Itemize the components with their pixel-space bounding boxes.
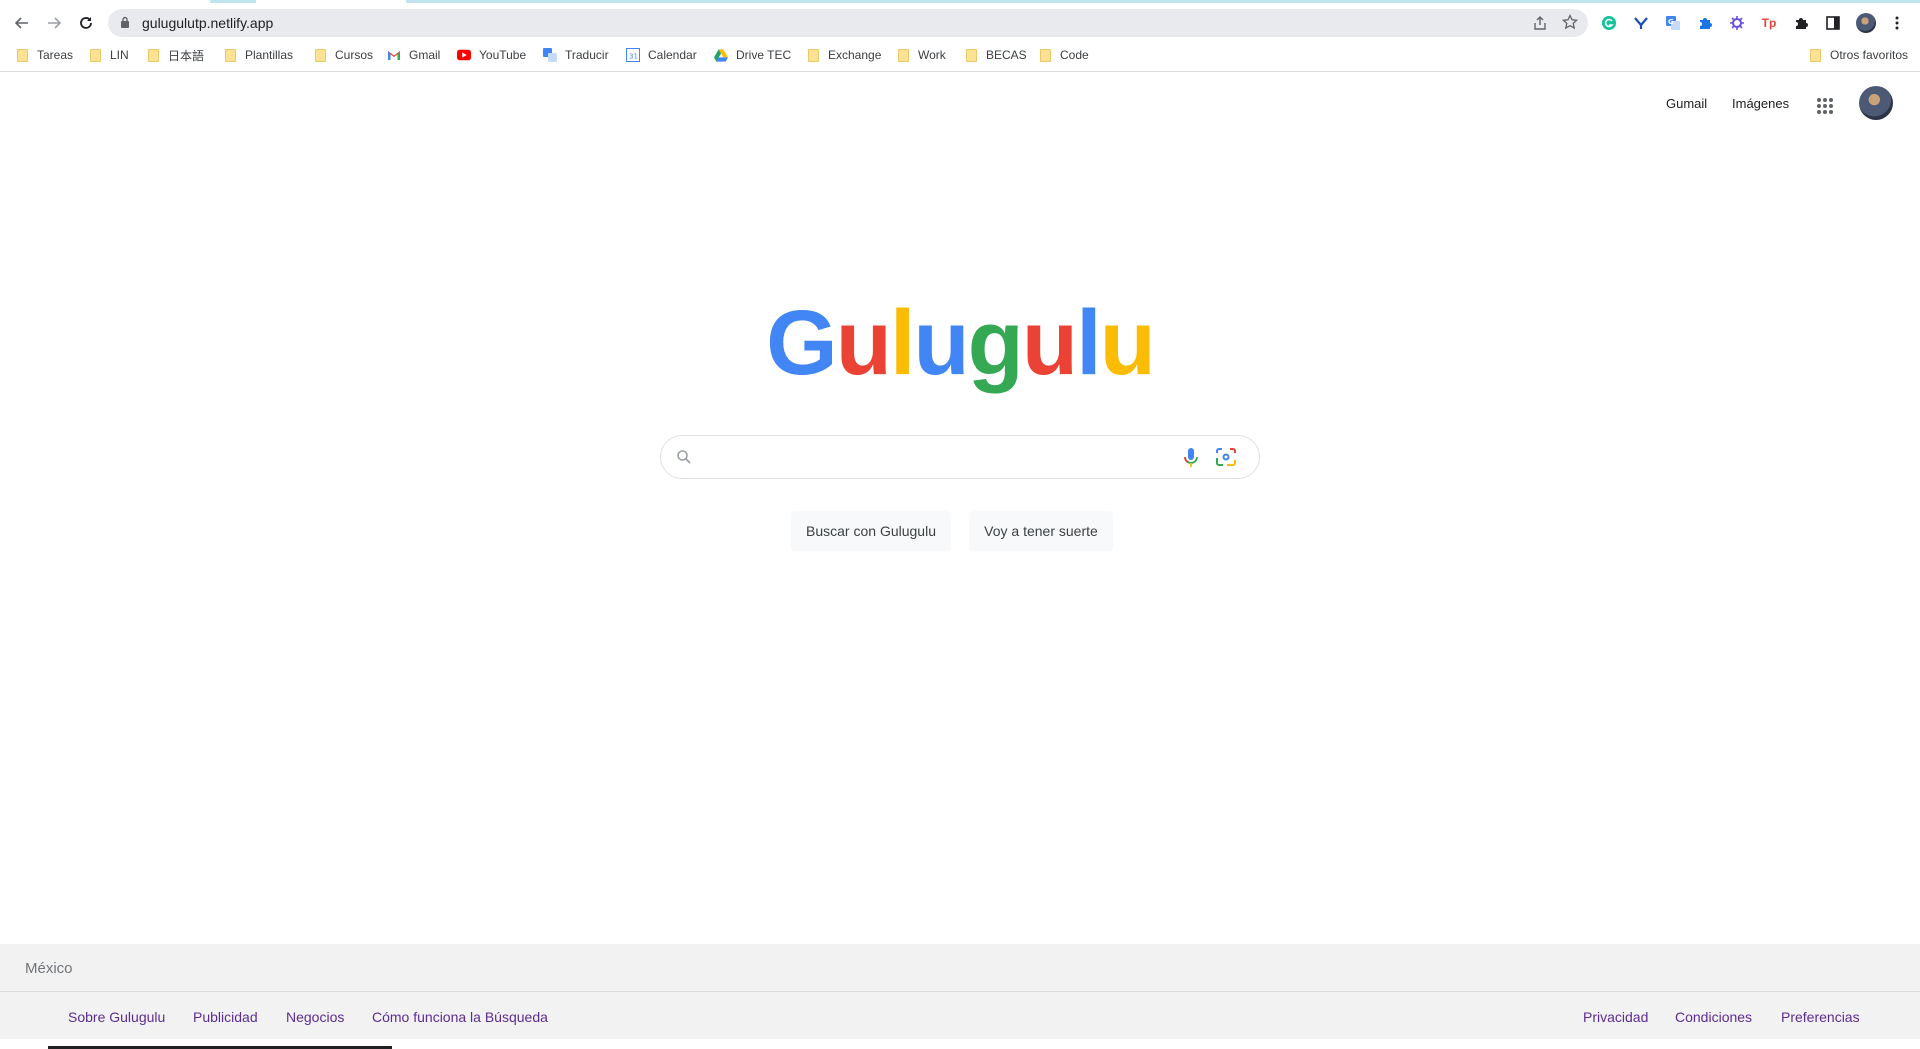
gmail-link[interactable]: Gumail <box>1666 96 1707 111</box>
bookmark-code[interactable]: Code <box>1038 47 1089 63</box>
bookmark-traducir[interactable]: Traducir <box>543 47 609 63</box>
folder-icon <box>806 48 820 62</box>
forward-button[interactable] <box>40 9 68 37</box>
bookmark-becas[interactable]: BECAS <box>964 47 1027 63</box>
logo-letter: l <box>889 292 916 394</box>
logo-letter: u <box>913 292 969 394</box>
more-vert-icon[interactable] <box>1888 14 1906 32</box>
bookmark-calendar[interactable]: 31 Calendar <box>626 47 697 63</box>
extensions-icon[interactable] <box>1792 14 1810 32</box>
logo-letter: u <box>1021 292 1078 394</box>
folder-icon <box>313 48 327 62</box>
sidepanel-icon[interactable] <box>1824 14 1842 32</box>
logo-letter: g <box>967 292 1024 394</box>
microphone-icon[interactable] <box>1183 447 1199 469</box>
bookmark-plantillas[interactable]: Plantillas <box>223 47 293 63</box>
search-input[interactable] <box>709 445 1173 471</box>
bookmark-exchange[interactable]: Exchange <box>806 47 881 63</box>
drive-icon <box>714 48 728 62</box>
bookmarks-bar: Tareas LIN 日本語 Plantillas Cursos Gmail Y… <box>0 39 1920 72</box>
folder-icon <box>146 48 160 62</box>
folder-icon <box>88 48 102 62</box>
reload-icon <box>80 17 92 29</box>
folder-icon <box>1808 48 1822 62</box>
about-link[interactable]: Sobre Gulugulu <box>68 1009 165 1025</box>
folder-icon <box>223 48 237 62</box>
bookmark-drive-tec[interactable]: Drive TEC <box>714 47 791 63</box>
search-box[interactable] <box>660 435 1260 479</box>
grammarly-icon[interactable] <box>1600 14 1618 32</box>
gulugulu-logo: Gulugulu <box>0 288 1920 398</box>
business-link[interactable]: Negocios <box>286 1009 344 1025</box>
bookmark-cursos[interactable]: Cursos <box>313 47 373 63</box>
translate-icon <box>543 48 557 62</box>
bookmark-nihongo[interactable]: 日本語 <box>146 47 204 63</box>
lucky-button[interactable]: Voy a tener suerte <box>969 511 1113 551</box>
advertising-link[interactable]: Publicidad <box>193 1009 258 1025</box>
images-link[interactable]: Imágenes <box>1732 96 1789 111</box>
address-bar[interactable]: gulugulutp.netlify.app <box>108 9 1588 37</box>
logo-letter: u <box>835 292 892 394</box>
search-icon <box>677 450 691 464</box>
folder-icon <box>896 48 910 62</box>
folder-icon <box>1038 48 1052 62</box>
folder-icon <box>964 48 978 62</box>
svg-text:31: 31 <box>629 53 638 61</box>
how-search-works-link[interactable]: Cómo funciona la Búsqueda <box>372 1009 548 1025</box>
browser-toolbar: gulugulutp.netlify.app G Tp <box>0 3 1920 39</box>
apps-grid-icon[interactable] <box>1813 94 1837 118</box>
privacy-link[interactable]: Privacidad <box>1583 1009 1648 1025</box>
profile-avatar-icon[interactable] <box>1856 13 1876 33</box>
bookmark-lin[interactable]: LIN <box>88 47 129 63</box>
calendar-icon: 31 <box>626 48 640 62</box>
star-icon[interactable] <box>1562 14 1578 30</box>
bookmark-youtube[interactable]: YouTube <box>457 47 526 63</box>
arrow-left-icon <box>14 17 28 29</box>
other-bookmarks[interactable]: Otros favoritos <box>1808 47 1908 63</box>
folder-icon <box>15 48 29 62</box>
terms-link[interactable]: Condiciones <box>1675 1009 1752 1025</box>
logo-letter: u <box>1099 292 1156 394</box>
y-extension-icon[interactable] <box>1632 14 1650 32</box>
search-button[interactable]: Buscar con Gulugulu <box>791 511 951 551</box>
camera-search-icon[interactable] <box>1215 447 1237 467</box>
logo-letter: G <box>766 292 838 394</box>
youtube-icon <box>457 48 471 62</box>
bookmark-gmail[interactable]: Gmail <box>387 47 440 63</box>
bookmark-tareas[interactable]: Tareas <box>15 47 73 63</box>
tp-extension-icon[interactable]: Tp <box>1760 14 1778 32</box>
share-icon[interactable] <box>1532 15 1548 31</box>
lock-icon <box>121 16 129 28</box>
reload-button[interactable] <box>72 9 100 37</box>
back-button[interactable] <box>8 9 36 37</box>
country-label: México <box>25 960 73 977</box>
url-text: gulugulutp.netlify.app <box>142 15 274 31</box>
logo-letter: l <box>1076 292 1102 394</box>
svg-text:G: G <box>1668 18 1674 26</box>
gear-purple-icon[interactable] <box>1728 14 1746 32</box>
footer-divider <box>0 991 1920 992</box>
translate-extension-icon[interactable]: G <box>1664 14 1682 32</box>
settings-link[interactable]: Preferencias <box>1781 1009 1860 1025</box>
bottom-edge <box>0 1039 1920 1049</box>
bookmark-work[interactable]: Work <box>896 47 946 63</box>
arrow-right-icon <box>48 17 62 29</box>
footer: México Sobre Gulugulu Publicidad Negocio… <box>0 944 1920 1039</box>
account-avatar[interactable] <box>1859 86 1893 120</box>
gmail-icon <box>387 48 401 62</box>
puzzle-blue-icon[interactable] <box>1696 14 1714 32</box>
